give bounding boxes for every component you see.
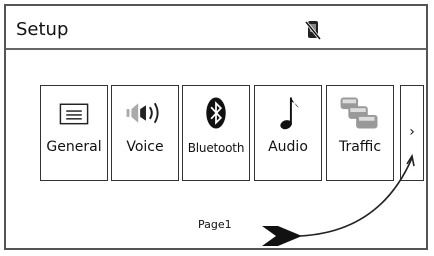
next-page-button[interactable]: ›	[400, 85, 424, 181]
setup-screen: Setup General Voice Bluetooth Audio Traf…	[4, 4, 428, 250]
menu-item-label: Audio	[268, 139, 308, 155]
menu-item-general[interactable]: General	[40, 85, 108, 181]
menu-item-label: General	[46, 139, 102, 155]
menu-item-audio[interactable]: Audio	[254, 85, 322, 181]
page-indicator: Page1	[198, 218, 232, 231]
traffic-cars-icon	[340, 97, 378, 129]
menu-item-label: Bluetooth	[187, 141, 245, 155]
menu-item-label: Traffic	[338, 139, 382, 155]
menu-item-bluetooth[interactable]: Bluetooth	[182, 85, 250, 181]
menu-item-voice[interactable]: Voice	[111, 85, 179, 181]
menu-item-label: Voice	[126, 139, 164, 155]
speaker-volume-icon	[126, 102, 159, 124]
bluetooth-icon	[206, 97, 226, 129]
music-note-icon	[280, 97, 299, 130]
phone-muted-icon	[304, 21, 322, 40]
header-bar: Setup	[6, 6, 426, 50]
general-settings-icon	[59, 103, 89, 125]
menu-item-traffic[interactable]: Traffic	[326, 85, 394, 181]
page-title: Setup	[16, 19, 69, 40]
chevron-right-icon: ›	[409, 124, 415, 140]
